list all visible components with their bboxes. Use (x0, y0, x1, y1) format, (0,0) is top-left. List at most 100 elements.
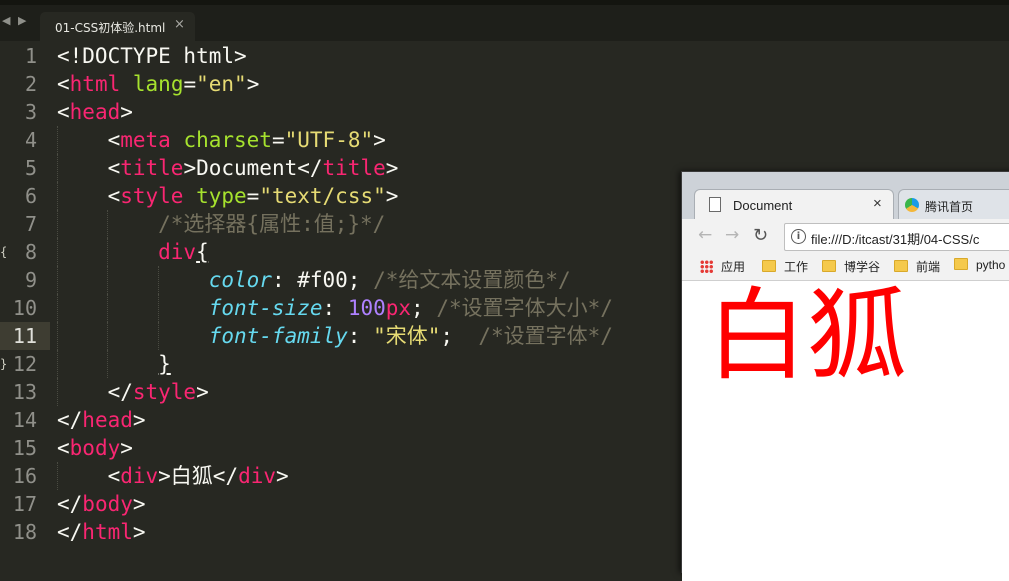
fold-marker-icon[interactable]: { (0, 238, 7, 266)
browser-tab-document[interactable]: Document × (694, 189, 894, 220)
line-number: 16 (12, 464, 37, 488)
code-token: : (322, 296, 348, 320)
browser-tab-label: Document (733, 198, 793, 213)
code-token: charset (183, 128, 272, 152)
code-token: font-family (208, 324, 348, 348)
line-number: 1 (24, 44, 37, 68)
code-line-content: <body> (57, 434, 133, 462)
code-line[interactable]: 2 <html lang="en"> (0, 70, 1009, 98)
folder-icon (822, 260, 836, 272)
code-line-content: /*选择器{属性:值;}*/ (57, 210, 385, 238)
code-token: { (196, 240, 209, 264)
code-token: html (69, 72, 121, 96)
code-token: px (385, 296, 412, 320)
close-icon[interactable]: × (174, 17, 185, 32)
info-icon[interactable]: i (791, 229, 806, 244)
bookmark-work[interactable]: 工作 (762, 258, 808, 275)
bookmark-frontend[interactable]: 前端 (894, 258, 940, 275)
bookmark-apps[interactable]: 应用 (700, 258, 745, 275)
code-token: /*设置字体*/ (478, 324, 613, 348)
editor-tab-active[interactable]: 01-CSS初体验.html × (40, 12, 195, 41)
code-token: head (82, 408, 133, 432)
code-token: </ (57, 380, 133, 404)
code-token: div (238, 464, 277, 488)
code-line-content: </body> (57, 490, 146, 518)
tencent-logo-icon (905, 198, 919, 212)
code-line-content: <title>Document</title> (57, 154, 399, 182)
bookmark-python[interactable]: pytho (954, 258, 1005, 272)
line-number: 17 (12, 492, 37, 516)
code-token: >Document</ (183, 156, 323, 180)
back-arrow-icon[interactable]: ← (698, 225, 712, 245)
bookmark-label: 应用 (721, 260, 746, 274)
bookmark-boxuegu[interactable]: 博学谷 (822, 258, 880, 275)
code-line-content: div{ (57, 238, 209, 266)
code-token: = (246, 184, 260, 208)
address-bar[interactable]: i file:///D:/itcast/31期/04-CSS/c (784, 223, 1009, 251)
code-token: /*选择器{属性:值;}*/ (57, 212, 386, 236)
code-token: /*设置字体大小*/ (436, 296, 613, 320)
code-line-content: <style type="text/css"> (57, 182, 399, 210)
code-token: 100 (347, 296, 386, 320)
close-icon[interactable]: × (873, 195, 882, 212)
fold-marker-icon[interactable]: } (0, 350, 7, 378)
code-token: > (132, 408, 146, 432)
code-token: </ (57, 520, 83, 544)
code-token: > (276, 464, 289, 488)
code-token: < (57, 100, 70, 124)
forward-arrow-icon[interactable]: → (725, 225, 739, 245)
folder-icon (894, 260, 908, 272)
code-token: font-size (208, 296, 323, 320)
code-token: : (271, 268, 298, 292)
bookmark-label: 工作 (784, 260, 809, 274)
browser-tab-tencent[interactable]: 腾讯首页 (898, 189, 1009, 220)
code-token: div (57, 240, 197, 264)
bookmark-label: pytho (976, 258, 1006, 272)
code-token: lang (132, 72, 184, 96)
line-number: 7 (24, 212, 37, 236)
reload-icon[interactable]: ↻ (753, 225, 768, 246)
code-token: > (373, 128, 386, 152)
code-line[interactable]: 3 <head> (0, 98, 1009, 126)
line-number: 4 (24, 128, 37, 152)
code-token: "en" (196, 72, 247, 96)
code-token: > (196, 380, 209, 404)
code-line[interactable]: 1 <!DOCTYPE html> (0, 42, 1009, 70)
browser-window: Document × 腾讯首页 ← → ↻ i file:///D:/itcas… (681, 171, 1009, 581)
code-token: title (120, 156, 184, 180)
code-token: ; (411, 296, 437, 320)
bookmark-label: 博学谷 (844, 260, 881, 274)
folder-icon (954, 258, 968, 270)
browser-tab2-label: 腾讯首页 (925, 200, 974, 214)
code-token: meta (120, 128, 171, 152)
page-icon (709, 197, 721, 212)
code-line-content: font-size: 100px; /*设置字体大小*/ (57, 294, 613, 322)
code-line-content: </html> (57, 518, 146, 546)
code-line[interactable]: 4 <meta charset="UTF-8"> (0, 126, 1009, 154)
browser-toolbar: ← → ↻ i file:///D:/itcast/31期/04-CSS/c (682, 219, 1009, 253)
code-token: > (385, 184, 399, 208)
code-token: "UTF-8" (284, 128, 374, 152)
code-token: </ (57, 492, 83, 516)
code-line-content: <!DOCTYPE html> (57, 42, 247, 70)
code-token: = (183, 72, 197, 96)
code-line-content: <head> (57, 98, 133, 126)
code-token: <!DOCTYPE html> (57, 44, 247, 68)
line-number: 6 (24, 184, 37, 208)
code-token: html (82, 520, 133, 544)
code-line-content: <meta charset="UTF-8"> (57, 126, 386, 154)
editor-tab-label: 01-CSS初体验.html (55, 21, 166, 35)
code-token: /*给文本设置颜色*/ (373, 268, 571, 292)
rendered-div-text: 白狐 (707, 277, 907, 394)
line-number: 2 (24, 72, 37, 96)
apps-grid-icon (700, 260, 713, 273)
browser-page: 白狐 (682, 281, 1009, 581)
code-token: style (132, 380, 197, 404)
line-number: 10 (12, 296, 37, 320)
code-token: : (347, 324, 374, 348)
code-token: "宋体" (373, 324, 441, 348)
code-token: < (57, 184, 121, 208)
tab-nav-arrows-icon[interactable]: ◀ ▶ (2, 14, 28, 27)
